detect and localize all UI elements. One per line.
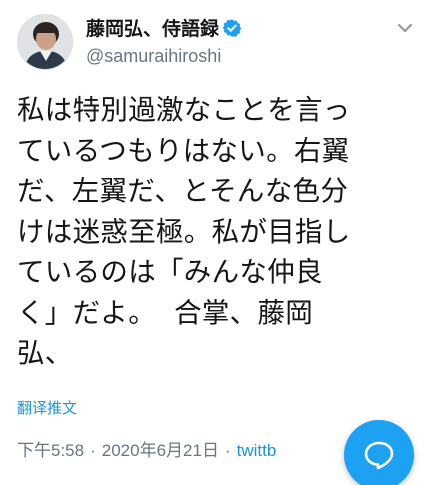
reply-bubble-icon — [364, 441, 394, 470]
tweet-time: 下午5:58 — [17, 441, 85, 460]
user-handle[interactable]: @samuraihiroshi — [86, 43, 376, 69]
tweet-date[interactable]: 2020年6月21日 — [102, 441, 219, 460]
meta-separator: · — [90, 441, 96, 460]
display-name[interactable]: 藤岡弘、侍語録 — [86, 16, 219, 42]
translate-tweet-link[interactable]: 翻译推文 — [17, 398, 77, 418]
tweet-meta: 下午5:58 · 2020年6月21日 · twittb — [17, 439, 347, 463]
tweet-source-link[interactable]: twittb — [237, 441, 277, 460]
tweet-card: 藤岡弘、侍語録 @samuraihiroshi 私は特別過激なことを言っ ている… — [0, 0, 433, 485]
avatar-image — [18, 15, 72, 69]
meta-separator: · — [224, 441, 231, 460]
chevron-down-icon[interactable] — [395, 18, 415, 38]
verified-badge-icon — [222, 18, 242, 38]
user-names: 藤岡弘、侍語録 @samuraihiroshi — [86, 16, 376, 69]
reply-button[interactable] — [344, 420, 414, 485]
avatar[interactable] — [17, 14, 73, 70]
tweet-text: 私は特別過激なことを言っ ているつもりはない。右翼 だ、左翼だ、とそんな色分 け… — [17, 94, 351, 369]
tweet-header: 藤岡弘、侍語録 @samuraihiroshi — [17, 14, 417, 74]
